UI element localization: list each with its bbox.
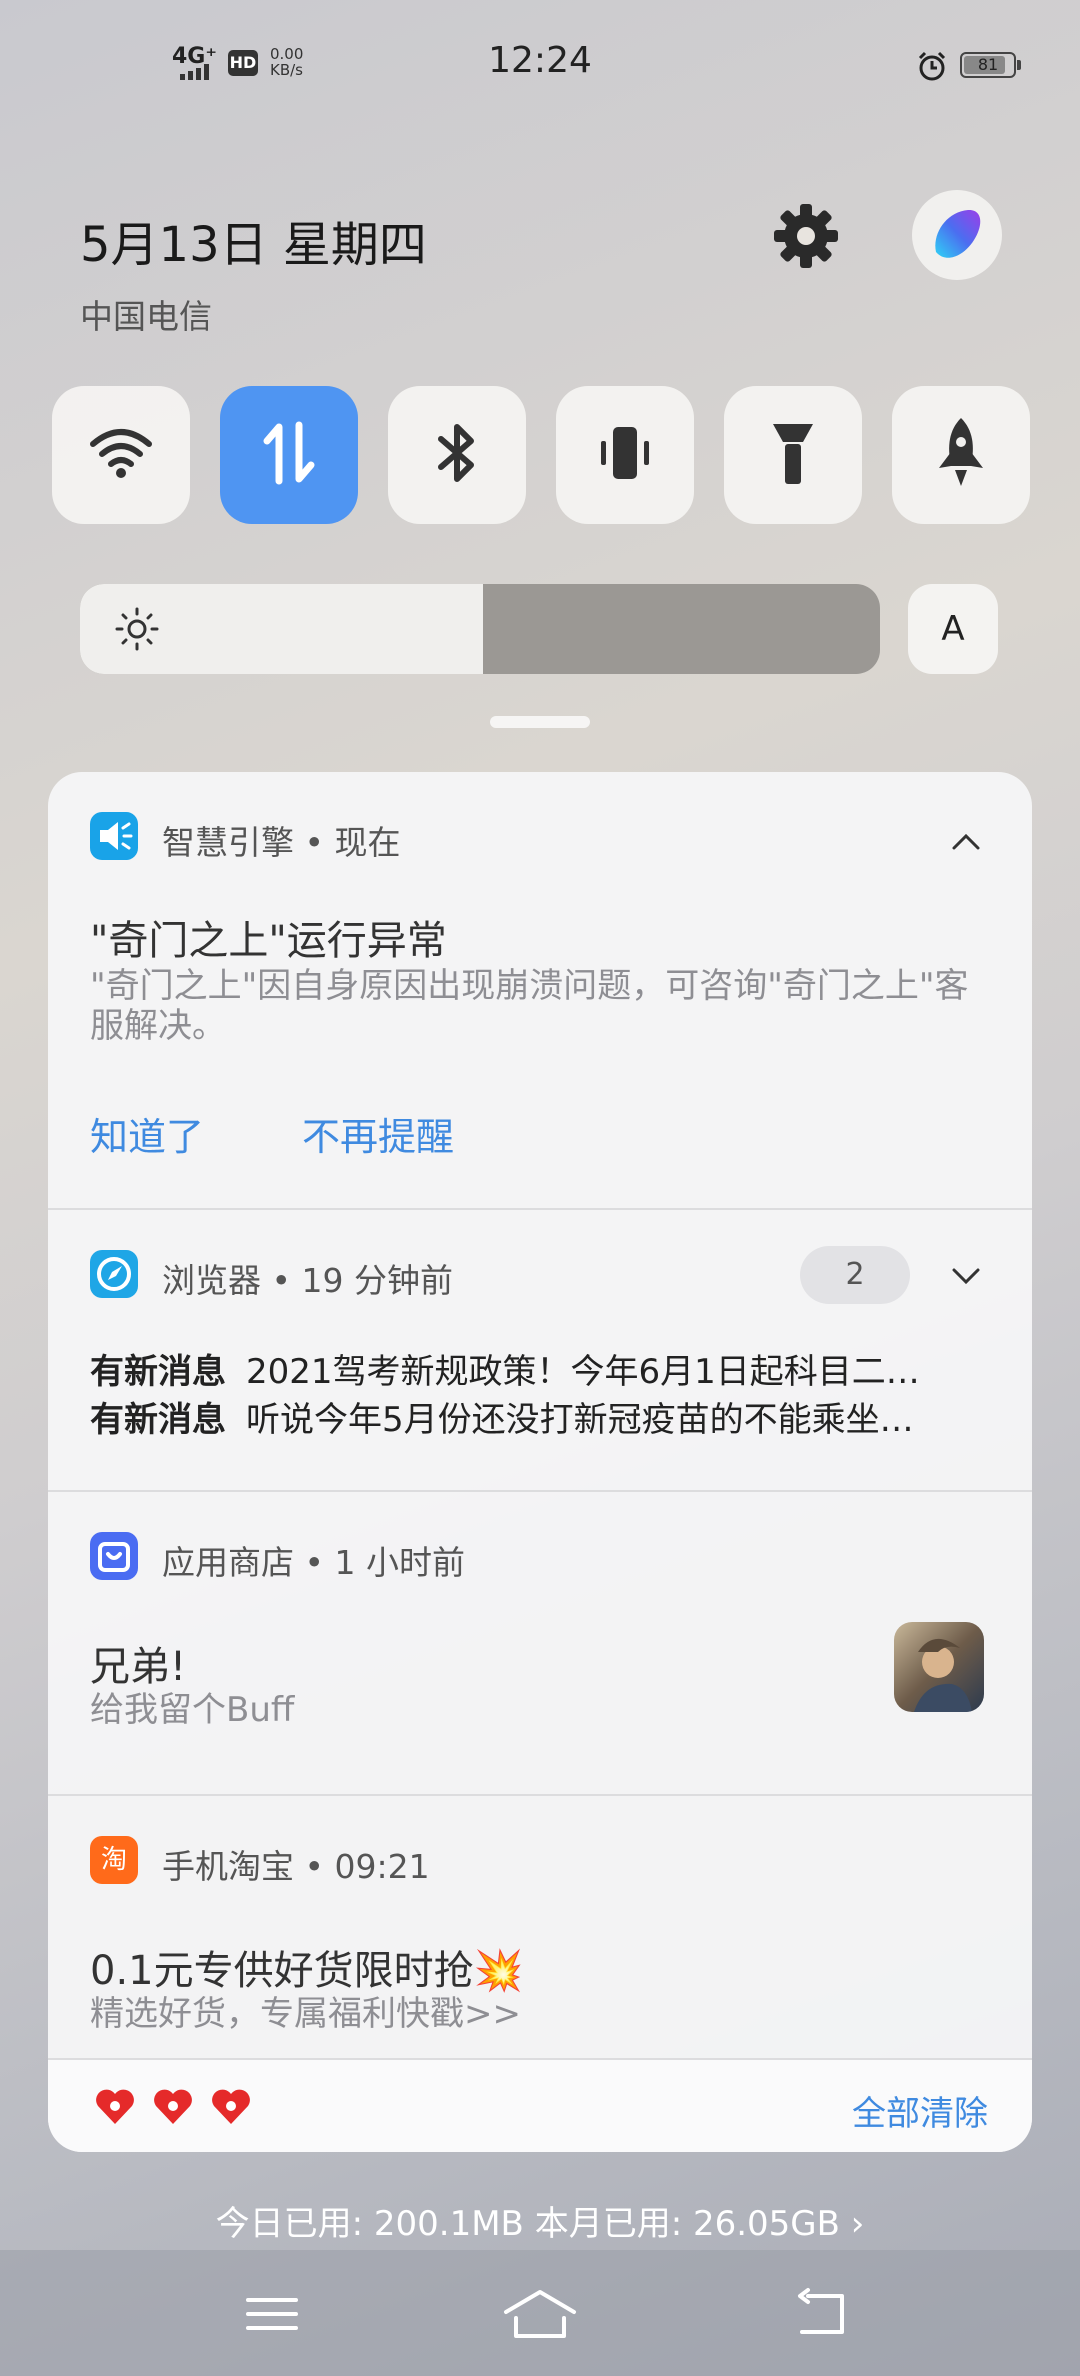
notification-title: 兄弟! [90,1644,187,1690]
toggle-flashlight[interactable] [724,386,862,524]
notification-taobao[interactable]: 淘 手机淘宝 • 09:21 0.1元专供好货限时抢💥 精选好货，专属福利快戳>… [48,1794,1032,2058]
separator-dot: • [271,1261,302,1300]
taobao-mini-icon [94,2086,136,2126]
app-store-bag-icon [90,1532,138,1580]
rocket-icon [933,416,989,494]
back-icon[interactable] [792,2286,852,2342]
notification-time: 09:21 [334,1847,430,1886]
acknowledge-button[interactable]: 知道了 [90,1106,204,1161]
notification-count-badge: 2 [800,1246,910,1304]
notification-header: 浏览器 • 19 分钟前 [162,1254,453,1302]
separator-dot: • [304,1543,335,1582]
notification-time: 现在 [334,823,401,862]
wifi-icon [89,426,153,484]
notification-header: 应用商店 • 1 小时前 [162,1536,465,1584]
vibrate-icon [593,421,657,489]
taobao-app-icon: 淘 [90,1836,138,1884]
game-thumbnail-image [894,1622,984,1712]
notification-header: 智慧引擎 • 现在 [162,816,400,864]
notification-app-store[interactable]: 应用商店 • 1 小时前 兄弟! 给我留个Buff [48,1490,1032,1796]
separator-dot: • [304,823,335,862]
message-text: 听说今年5月份还没打新冠疫苗的不能乘坐… [246,1400,914,1440]
battery-tip [1017,60,1021,70]
alarm-icon [916,50,948,82]
notification-title: "奇门之上"运行异常 [90,918,447,964]
app-name: 应用商店 [162,1543,294,1582]
notification-panel: 智慧引擎 • 现在 "奇门之上"运行异常 "奇门之上"因自身原因出现崩溃问题，可… [48,772,1032,2152]
taobao-mini-icon [152,2086,194,2126]
brightness-slider[interactable] [80,584,880,674]
toggle-bluetooth[interactable] [388,386,526,524]
app-name: 浏览器 [162,1261,261,1300]
app-name: 智慧引擎 [162,823,294,862]
toggle-wifi[interactable] [52,386,190,524]
data-usage-link[interactable]: 今日已用: 200.1MB 本月已用: 26.05GB › [0,2196,1080,2245]
browser-app-icon [90,1250,138,1298]
app-name: 手机淘宝 [162,1847,294,1886]
clear-all-button[interactable]: 全部清除 [852,2086,988,2135]
home-icon[interactable] [502,2286,578,2342]
notification-header: 手机淘宝 • 09:21 [162,1840,430,1888]
notification-smart-engine[interactable]: 智慧引擎 • 现在 "奇门之上"运行异常 "奇门之上"因自身原因出现崩溃问题，可… [48,772,1032,1210]
notification-browser[interactable]: 浏览器 • 19 分钟前 2 有新消息 2021驾考新规政策！今年6月1日起科目二… [48,1208,1032,1492]
battery-level: 81 [977,55,999,74]
message-line: 有新消息 听说今年5月份还没打新冠疫苗的不能乘坐… [90,1392,990,1441]
bluetooth-icon [435,421,479,489]
flashlight-icon [769,420,817,490]
notification-title: 0.1元专供好货限时抢💥 [90,1948,524,1994]
toggle-mobile-data[interactable] [220,386,358,524]
menu-icon[interactable] [242,2286,302,2342]
toggle-vibrate[interactable] [556,386,694,524]
notification-time: 1 小时前 [334,1543,465,1582]
notification-text: 给我留个Buff [90,1690,295,1730]
smart-engine-app-icon [90,812,138,860]
notification-time: 19 分钟前 [301,1261,453,1300]
message-text: 2021驾考新规政策！今年6月1日起科目二… [246,1352,920,1392]
status-bar: 4G⁺ HD 0.00 KB/s 12:24 81 [0,0,1080,130]
message-tag: 有新消息 [90,1352,226,1392]
expand-chevron-down-icon[interactable] [948,1258,984,1294]
data-arrows-icon [261,421,317,489]
message-line: 有新消息 2021驾考新规政策！今年6月1日起科目二… [90,1344,990,1393]
svg-text:淘: 淘 [101,1845,127,1875]
message-tag: 有新消息 [90,1400,226,1440]
drag-handle[interactable] [490,716,590,728]
dont-remind-button[interactable]: 不再提醒 [302,1106,454,1161]
collapse-chevron-up-icon[interactable] [948,824,984,860]
carrier-label: 中国电信 [80,297,212,336]
taobao-mini-icon [210,2086,252,2126]
navigation-bar [0,2250,1080,2376]
date-label: 5月13日 星期四 [80,217,427,273]
sun-icon [114,606,160,652]
toggle-rocket[interactable] [892,386,1030,524]
auto-brightness-button[interactable]: A [908,584,998,674]
assistant-orb-icon[interactable] [912,190,1002,280]
battery-icon: 81 [960,52,1016,78]
notification-text: 精选好货，专属福利快戳>> [90,1994,521,2034]
settings-gear-icon[interactable] [770,200,842,272]
notification-footer: 全部清除 [48,2058,1032,2152]
separator-dot: • [304,1847,335,1886]
notification-text: "奇门之上"因自身原因出现崩溃问题，可咨询"奇门之上"客服解决。 [90,966,969,1046]
